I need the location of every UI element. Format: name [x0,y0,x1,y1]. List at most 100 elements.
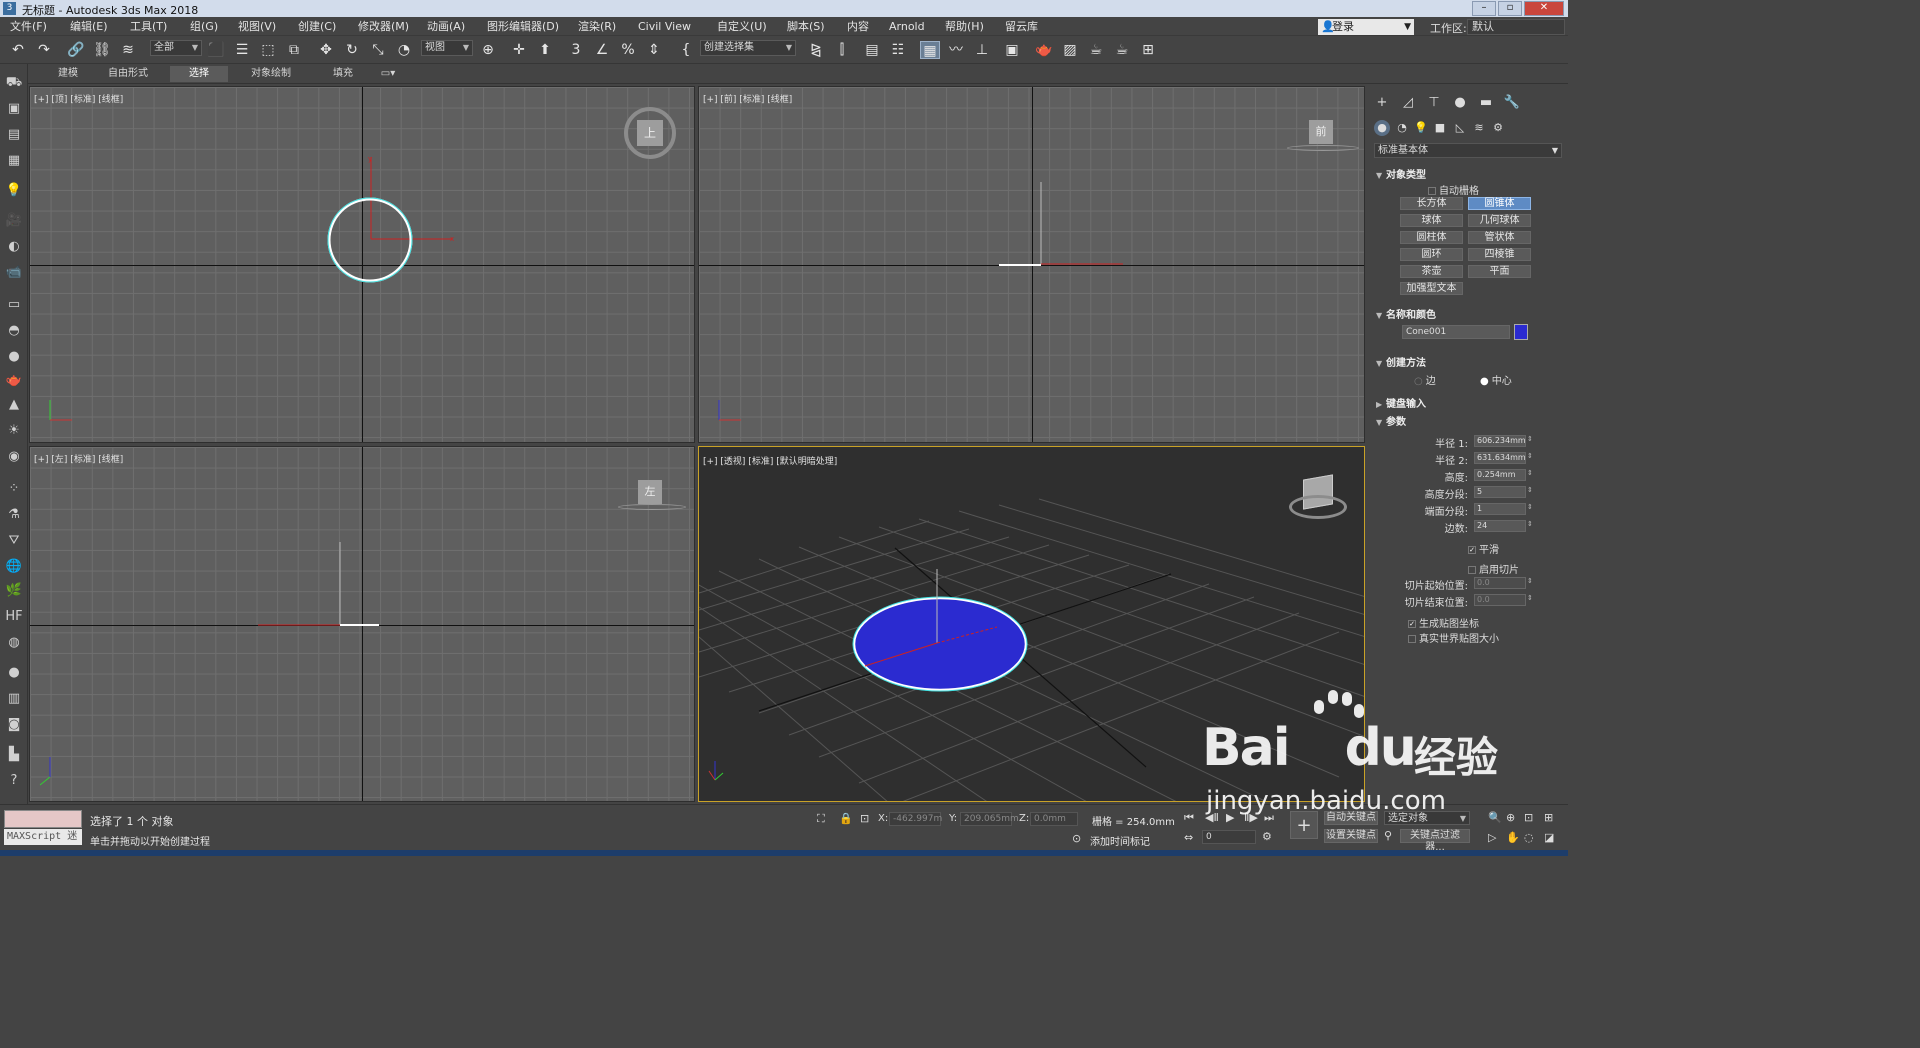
render-shortcuts-icon[interactable]: ⊞ [1138,41,1158,59]
help-icon[interactable]: ? [4,772,24,790]
lights-icon[interactable]: 💡 [1413,120,1429,136]
pivot-center-icon[interactable]: ⊕ [478,41,498,59]
close-button[interactable]: ✕ [1524,1,1564,16]
tab-modeling[interactable]: 建模 [40,66,96,82]
render-production-icon[interactable]: ☕ [1086,41,1106,59]
spinner-icon[interactable]: ⇕ [1527,594,1533,602]
select-manipulate-icon[interactable]: ✛ [509,41,529,59]
move-icon[interactable]: ✥ [316,41,336,59]
y-coordinate[interactable]: 209.065mm [960,812,1019,826]
motion-tab-icon[interactable]: ● [1450,94,1470,112]
smooth-checkbox[interactable]: ✓ 平滑 [1468,541,1499,556]
x-coordinate[interactable]: -462.997m [889,812,942,826]
z-coordinate[interactable]: 0.0mm [1030,812,1078,826]
light-icon[interactable]: 💡 [4,182,24,200]
dynamics-icon[interactable]: ⚗ [4,506,24,524]
window-crossing-icon[interactable]: ⧉ [284,41,304,59]
select-by-name-icon[interactable]: ☰ [232,41,252,59]
geometry-icon[interactable]: ● [1374,120,1390,136]
unlink-icon[interactable]: ⛓ [92,41,112,59]
menu-scripting[interactable]: 脚本(S) [787,18,825,35]
tab-object-paint[interactable]: 对象绘制 [240,66,302,82]
menu-file[interactable]: 文件(F) [10,18,47,35]
scale-icon[interactable]: ⤡ [368,41,388,59]
rotate-icon[interactable]: ↻ [342,41,362,59]
placement-icon[interactable]: ◔ [394,41,414,59]
zoom-all-icon[interactable]: ⊕ [1506,811,1515,824]
teapot-button[interactable]: 茶壶 [1400,265,1463,278]
menu-content[interactable]: 内容 [847,18,869,35]
cap-segments-input[interactable]: 1 [1474,503,1526,515]
set-key-button[interactable]: 设置关键点 [1324,829,1378,843]
particles-icon[interactable]: ⁘ [4,480,24,498]
cylinder-button[interactable]: 圆柱体 [1400,231,1463,244]
scene-explorer-icon[interactable]: ▦ [920,41,940,59]
viewport-left[interactable]: [+] [左] [标准] [线框] 左 [29,446,695,802]
maxscript-listener[interactable]: MAXScript 迷 [4,829,82,845]
real-world-map-checkbox[interactable]: 真实世界贴图大小 [1408,630,1499,645]
helpers-icon[interactable]: ◺ [1452,120,1468,136]
viewport-front[interactable]: [+] [前] [标准] [线框] 前 [698,86,1365,443]
menu-animation[interactable]: 动画(A) [427,18,465,35]
undo-icon[interactable]: ↶ [8,41,28,59]
text-plus-button[interactable]: 加强型文本 [1400,282,1463,295]
menu-help[interactable]: 帮助(H) [945,18,984,35]
rollout-object-type[interactable]: ▼ 对象类型 [1376,166,1426,181]
globe-icon[interactable]: 🌐 [4,558,24,576]
space-warps-icon[interactable]: ≋ [1471,120,1487,136]
selection-filter-dropdown[interactable]: 全部 ▼ [150,40,202,56]
menu-create[interactable]: 创建(C) [298,18,336,35]
select-object-icon[interactable]: ⬛ [206,41,226,59]
tube-button[interactable]: 管状体 [1468,231,1531,244]
add-time-tag[interactable]: 添加时间标记 [1090,833,1150,848]
tab-selection[interactable]: 选择 [170,66,228,82]
absolute-mode-icon[interactable]: ⊡ [860,812,869,825]
viewport-layout-icon[interactable]: ▣ [4,100,24,118]
time-tag-icon[interactable]: ⊙ [1072,832,1081,845]
torus-button[interactable]: 圆环 [1400,248,1463,261]
autogrid-checkbox[interactable]: 自动栅格 [1428,182,1479,197]
workspace-select[interactable]: 默认 [1467,19,1565,35]
menu-tools[interactable]: 工具(T) [130,18,167,35]
object-color-swatch[interactable] [1514,324,1528,340]
sides-input[interactable]: 24 [1474,520,1526,532]
key-mode-icon[interactable]: ⇔ [1184,831,1193,844]
menu-group[interactable]: 组(G) [190,18,218,35]
viewcube-top[interactable]: 上 [637,120,663,146]
display-tab-icon[interactable]: ▬ [1476,94,1496,112]
viewcube-front[interactable]: 前 [1309,120,1333,144]
render-iterative-icon[interactable]: ☕ [1112,41,1132,59]
create-tab-icon[interactable]: + [1372,94,1392,112]
sphere-button[interactable]: 球体 [1400,214,1463,227]
radius1-input[interactable]: 606.234mm [1474,435,1526,447]
menu-rendering[interactable]: 渲染(R) [578,18,616,35]
render-icon[interactable]: ▥ [4,690,24,708]
material-sphere-icon[interactable]: ◉ [4,448,24,466]
helper-icon[interactable]: ◐ [4,238,24,256]
ribbon-options-icon[interactable]: ▭▾ [376,66,400,82]
zoom-extents-all-icon[interactable]: ⊞ [1544,811,1553,824]
menu-edit[interactable]: 编辑(E) [70,18,108,35]
generate-mapping-checkbox[interactable]: ✓ 生成贴图坐标 [1408,615,1479,630]
link-icon[interactable]: 🔗 [66,41,86,59]
pan-icon[interactable]: ✋ [1506,831,1520,844]
spinner-icon[interactable]: ⇕ [1527,452,1533,460]
camera-icon[interactable]: 🎥 [4,212,24,230]
align-icon[interactable]: ⫿ [832,41,852,59]
cameras-icon[interactable]: ■ [1432,120,1448,136]
viewcube-left[interactable]: 左 [638,480,662,504]
rollout-creation-method[interactable]: ▼ 创建方法 [1376,354,1426,369]
key-filter-icon[interactable]: ⚲ [1384,829,1392,842]
hair-fur-icon[interactable]: HF [4,608,24,626]
orbit-icon[interactable]: ◌ [1524,831,1534,844]
time-config-icon[interactable]: ⚙ [1262,830,1272,843]
radius2-input[interactable]: 631.634mm [1474,452,1526,464]
percent-snap-icon[interactable]: % [618,41,638,59]
geosphere-button[interactable]: 几何球体 [1468,214,1531,227]
rollout-keyboard-entry[interactable]: ▶ 键盘输入 [1376,395,1426,410]
sphere-icon[interactable]: ● [4,348,24,366]
maximize-button[interactable]: ▫ [1498,1,1522,16]
slice-on-checkbox[interactable]: 启用切片 [1468,561,1519,576]
height-segments-input[interactable]: 5 [1474,486,1526,498]
zoom-icon[interactable]: 🔍 [1488,811,1502,824]
